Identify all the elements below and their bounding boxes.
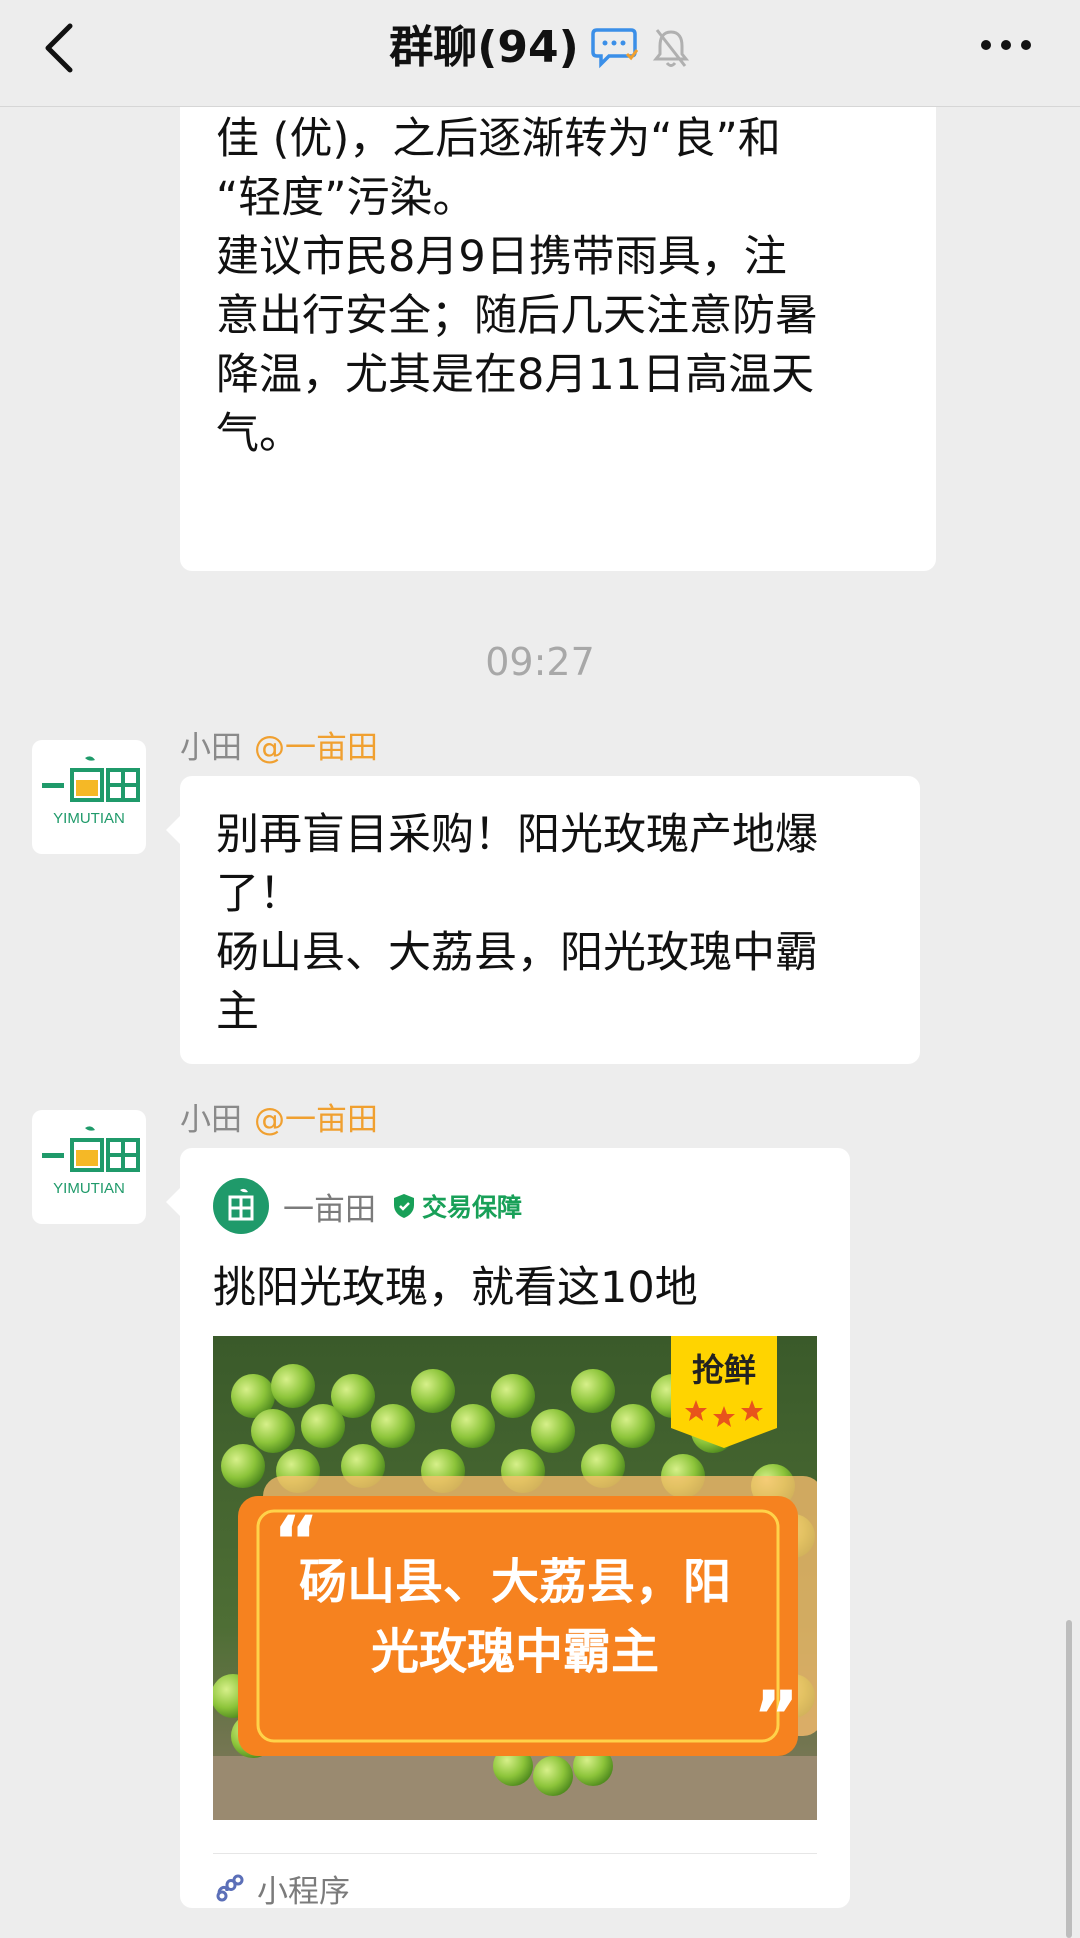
bubble-tail (166, 816, 180, 844)
guarantee-label: 交易保障 (422, 1193, 523, 1222)
more-dots-icon (981, 40, 1031, 50)
mini-program-icon (216, 1874, 244, 1902)
fresh-badge-label: 抢鲜 (692, 1351, 756, 1389)
message-bubble-weather[interactable]: 佳 (优)，之后逐渐转为“良”和 “轻度”污染。 建议市民8月9日携带雨具，注 … (180, 60, 936, 571)
avatar[interactable]: YIMUTIAN (32, 740, 146, 854)
quote-close-icon: ” (753, 1676, 799, 1758)
yimutian-logo-icon: YIMUTIAN (42, 756, 140, 827)
message-line: 了！ (216, 869, 302, 919)
card-title: 挑阳光玫瑰，就看这10地 (213, 1263, 698, 1313)
yimutian-logo-icon: YIMUTIAN (42, 1126, 140, 1197)
sender-name: 小田 (180, 1102, 242, 1138)
image-headline-line-2: 光玫瑰中霸主 (371, 1624, 659, 1680)
mini-program-logo-icon (213, 1178, 269, 1234)
avatar[interactable]: YIMUTIAN (32, 1110, 146, 1224)
grape-promo-image: “ ” 砀山县、大荔县，阳 光玫瑰中霸主 抢鲜 (213, 1336, 817, 1820)
chat-bubble-icon (590, 28, 638, 69)
scrollbar[interactable] (1066, 1620, 1072, 1938)
message-line: 降温，尤其是在8月11日高温天 (216, 350, 815, 400)
message-line: 佳 (优)，之后逐渐转为“良”和 (216, 114, 781, 164)
sender-name: 小田 (180, 730, 242, 766)
logo-sub-text: YIMUTIAN (53, 1180, 125, 1197)
image-headline-line-1: 砀山县、大荔县，阳 (299, 1554, 731, 1610)
sender-mention[interactable]: @一亩田 (254, 730, 378, 766)
message-line: 砀山县、大荔县，阳光玫瑰中霸 (216, 928, 818, 978)
nav-bar: 群聊(94) (0, 0, 1080, 107)
message-timestamp: 09:27 (485, 640, 595, 684)
message-line: “轻度”污染。 (216, 173, 476, 223)
mini-program-footer-label: 小程序 (257, 1873, 350, 1910)
message-line: 主 (216, 987, 259, 1037)
message-line: 建议市民8月9日携带雨具，注 (216, 232, 787, 282)
chat-title: 群聊(94) (0, 18, 1080, 78)
card-header: 一亩田 交易保障 (213, 1178, 522, 1234)
group-title: 群聊(94) (389, 22, 579, 73)
sender-line: 小田 @一亩田 (180, 1100, 378, 1140)
mini-program-card[interactable]: 一亩田 交易保障 挑阳光玫瑰，就看这10地 “ ” 砀山县、大荔县，阳 光玫瑰中… (166, 1148, 850, 1910)
chat-area[interactable]: 佳 (优)，之后逐渐转为“良”和 “轻度”污染。 建议市民8月9日携带雨具，注 … (0, 0, 1080, 1938)
mute-bell-icon (652, 29, 689, 67)
sender-line: 小田 @一亩田 (180, 728, 378, 768)
more-button[interactable] (976, 30, 1036, 60)
sender-mention[interactable]: @一亩田 (254, 1102, 378, 1138)
card-image[interactable]: “ ” 砀山县、大荔县，阳 光玫瑰中霸主 抢鲜 (213, 1336, 817, 1820)
shield-icon (394, 1194, 414, 1218)
card-divider (213, 1853, 817, 1854)
bubble-tail (166, 1188, 180, 1216)
mini-program-name: 一亩田 (283, 1191, 376, 1228)
trade-guarantee-badge: 交易保障 (392, 1188, 522, 1224)
message-bubble-grape[interactable]: 别再盲目采购！阳光玫瑰产地爆 了！ 砀山县、大荔县，阳光玫瑰中霸 主 (166, 776, 920, 1064)
message-line: 气。 (216, 409, 302, 459)
logo-sub-text: YIMUTIAN (53, 810, 125, 827)
card-footer: 小程序 (213, 1866, 350, 1910)
message-line: 别再盲目采购！阳光玫瑰产地爆 (216, 810, 818, 860)
message-line: 意出行安全；随后几天注意防暑 (216, 291, 818, 341)
